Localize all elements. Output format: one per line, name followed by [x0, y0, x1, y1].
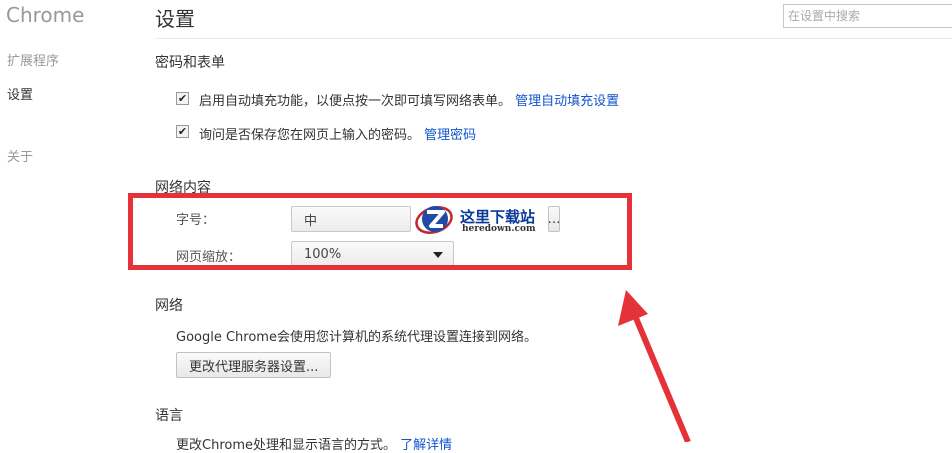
- save-password-row: 询问是否保存您在网页上输入的密码。 管理密码: [199, 124, 476, 143]
- section-title-network: 网络: [155, 298, 183, 314]
- header-divider: [155, 38, 952, 39]
- app-title: Chrome: [6, 3, 85, 27]
- highlight-box: [128, 193, 632, 270]
- autofill-text: 启用自动填充功能，以便点按一次即可填写网络表单。: [199, 94, 512, 109]
- manage-passwords-link[interactable]: 管理密码: [424, 128, 476, 143]
- language-row: 更改Chrome处理和显示语言的方式。 了解详情: [176, 434, 452, 453]
- autofill-checkbox[interactable]: ✔: [176, 92, 189, 105]
- section-title-language: 语言: [155, 408, 183, 424]
- annotation-arrow-icon: [618, 290, 691, 442]
- page-title: 设置: [155, 7, 195, 31]
- sidebar-item-settings[interactable]: 设置: [7, 84, 33, 103]
- sidebar-item-about[interactable]: 关于: [7, 146, 33, 165]
- language-learn-more-link[interactable]: 了解详情: [400, 438, 452, 453]
- section-title-passwords: 密码和表单: [155, 55, 225, 71]
- manage-autofill-link[interactable]: 管理自动填充设置: [515, 94, 619, 109]
- change-proxy-button[interactable]: 更改代理服务器设置...: [176, 352, 332, 378]
- sidebar-item-extensions[interactable]: 扩展程序: [7, 50, 59, 69]
- search-input[interactable]: [783, 4, 952, 28]
- save-password-checkbox[interactable]: ✔: [176, 125, 189, 138]
- save-password-text: 询问是否保存您在网页上输入的密码。: [199, 128, 421, 143]
- network-description: Google Chrome会使用您计算机的系统代理设置连接到网络。: [176, 330, 537, 345]
- language-description: 更改Chrome处理和显示语言的方式。: [176, 438, 396, 453]
- autofill-row: 启用自动填充功能，以便点按一次即可填写网络表单。 管理自动填充设置: [199, 90, 619, 109]
